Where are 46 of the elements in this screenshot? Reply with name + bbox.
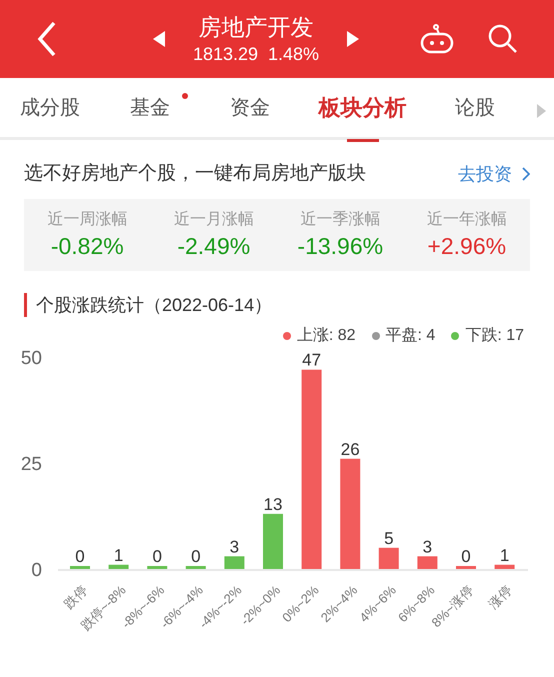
stat-value: -13.96% bbox=[297, 232, 384, 261]
tab[interactable]: 资金 bbox=[200, 76, 300, 138]
chevron-right-icon bbox=[522, 167, 530, 181]
data-label: 0 bbox=[75, 547, 85, 566]
legend-label: 平盘: 4 bbox=[386, 326, 436, 346]
data-label: 3 bbox=[422, 537, 432, 556]
stat-value: -2.49% bbox=[177, 232, 250, 261]
promo-text: 选不好房地产个股，一键布局房地产版块 bbox=[24, 162, 366, 186]
invest-link[interactable]: 去投资 bbox=[458, 160, 530, 188]
next-icon[interactable] bbox=[347, 31, 360, 47]
section-marker bbox=[24, 293, 27, 317]
stat-label: 近一季涨幅 bbox=[300, 210, 380, 230]
robot-icon[interactable] bbox=[420, 24, 454, 54]
previous-icon[interactable] bbox=[152, 31, 165, 47]
tab[interactable]: 基金 bbox=[100, 76, 200, 138]
stat-value: +2.96% bbox=[427, 232, 506, 261]
section-title: 个股涨跌统计（2022-06-14） bbox=[36, 294, 272, 316]
category-label: 涨停 bbox=[486, 582, 515, 612]
data-label: 47 bbox=[302, 350, 322, 370]
page-title: 房地产开发 bbox=[198, 13, 314, 42]
axis-tick-label: 25 bbox=[20, 454, 42, 475]
stat-label: 近一年涨幅 bbox=[426, 210, 507, 230]
data-label: 13 bbox=[264, 494, 282, 514]
data-label: 1 bbox=[114, 546, 124, 565]
change-percent: 1.48% bbox=[268, 43, 320, 66]
data-label: 0 bbox=[461, 547, 471, 566]
data-label: 1 bbox=[500, 546, 510, 565]
legend-label: 下跌: 17 bbox=[465, 326, 524, 346]
stat-label: 近一周涨幅 bbox=[47, 210, 128, 230]
back-icon[interactable] bbox=[36, 21, 58, 57]
data-label: 5 bbox=[384, 528, 394, 548]
tab[interactable]: 成分股 bbox=[0, 76, 100, 138]
index-value: 1813.29 bbox=[192, 43, 258, 66]
axis-tick-label: 50 bbox=[20, 348, 42, 369]
data-label: 26 bbox=[340, 440, 360, 459]
data-label: 0 bbox=[191, 547, 201, 566]
legend-label: 上涨: 82 bbox=[296, 326, 356, 346]
data-label: 0 bbox=[152, 547, 162, 566]
axis-tick-label: 0 bbox=[31, 560, 42, 581]
stat-value: -0.82% bbox=[50, 232, 124, 261]
search-icon[interactable] bbox=[488, 24, 518, 54]
tab[interactable]: 板块分析 bbox=[300, 76, 425, 138]
stat-label: 近一月涨幅 bbox=[174, 210, 254, 230]
tab[interactable]: 论股 bbox=[425, 76, 525, 138]
data-label: 3 bbox=[230, 537, 240, 556]
category-label: 跌停 bbox=[61, 582, 90, 612]
